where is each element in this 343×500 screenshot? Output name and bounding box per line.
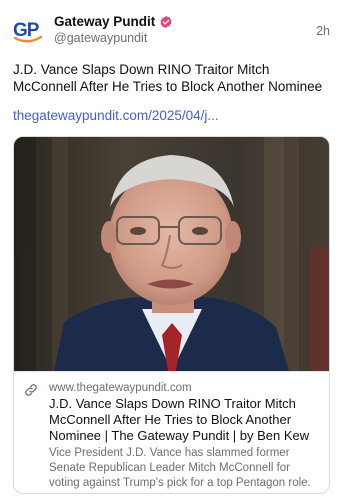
link-preview-card[interactable]: www.thegatewaypundit.com J.D. Vance Slap… (13, 136, 330, 494)
card-body[interactable]: www.thegatewaypundit.com J.D. Vance Slap… (14, 371, 329, 489)
card-title[interactable]: J.D. Vance Slaps Down RINO Traitor Mitch… (49, 396, 321, 444)
author-name-row: Gateway Pundit (54, 14, 173, 29)
post-link[interactable]: thegatewaypundit.com/2025/04/j... (13, 108, 219, 123)
author-handle[interactable]: @gatewaypundit (54, 31, 147, 45)
card-domain: www.thegatewaypundit.com (49, 382, 192, 394)
post-timestamp[interactable]: 2h (316, 24, 330, 38)
author-avatar[interactable]: GP (12, 14, 44, 46)
author-display-name[interactable]: Gateway Pundit (54, 14, 155, 29)
post-text: J.D. Vance Slaps Down RINO Traitor Mitch… (13, 62, 323, 94)
card-description: Vice President J.D. Vance has slammed fo… (49, 447, 311, 489)
post[interactable]: GP Gateway Pundit @gatewaypundit 2h J.D.… (0, 0, 343, 500)
verified-badge-icon (159, 15, 173, 29)
card-image[interactable] (14, 137, 329, 371)
